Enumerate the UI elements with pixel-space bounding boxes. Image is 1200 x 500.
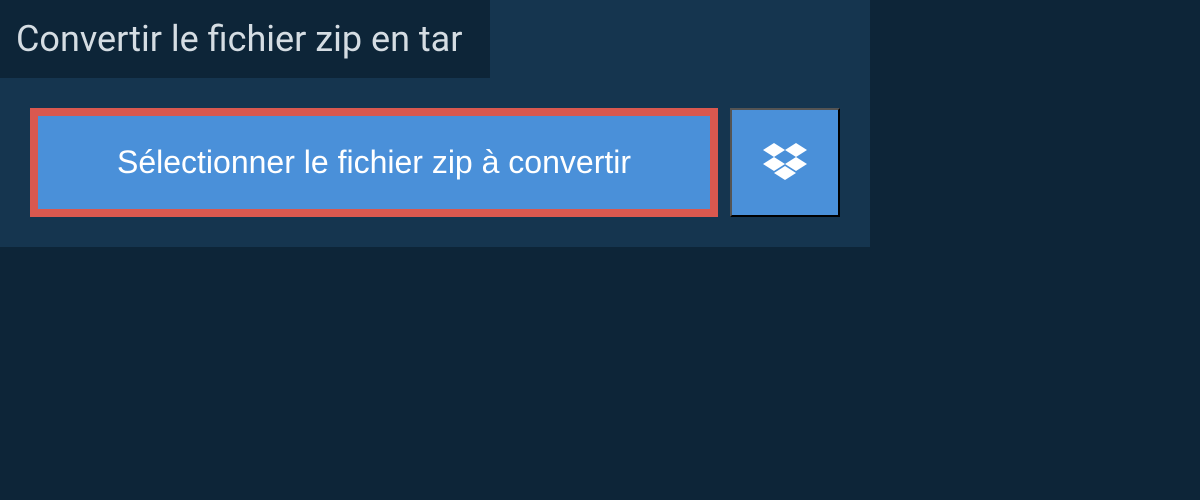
page-title: Convertir le fichier zip en tar [0,0,490,78]
button-row: Sélectionner le fichier zip à convertir [0,78,870,247]
dropbox-button[interactable] [730,108,840,217]
converter-panel: Convertir le fichier zip en tar Sélectio… [0,0,870,247]
select-file-button[interactable]: Sélectionner le fichier zip à convertir [30,108,718,217]
dropbox-icon [763,143,807,183]
select-file-label: Sélectionner le fichier zip à convertir [117,144,631,181]
